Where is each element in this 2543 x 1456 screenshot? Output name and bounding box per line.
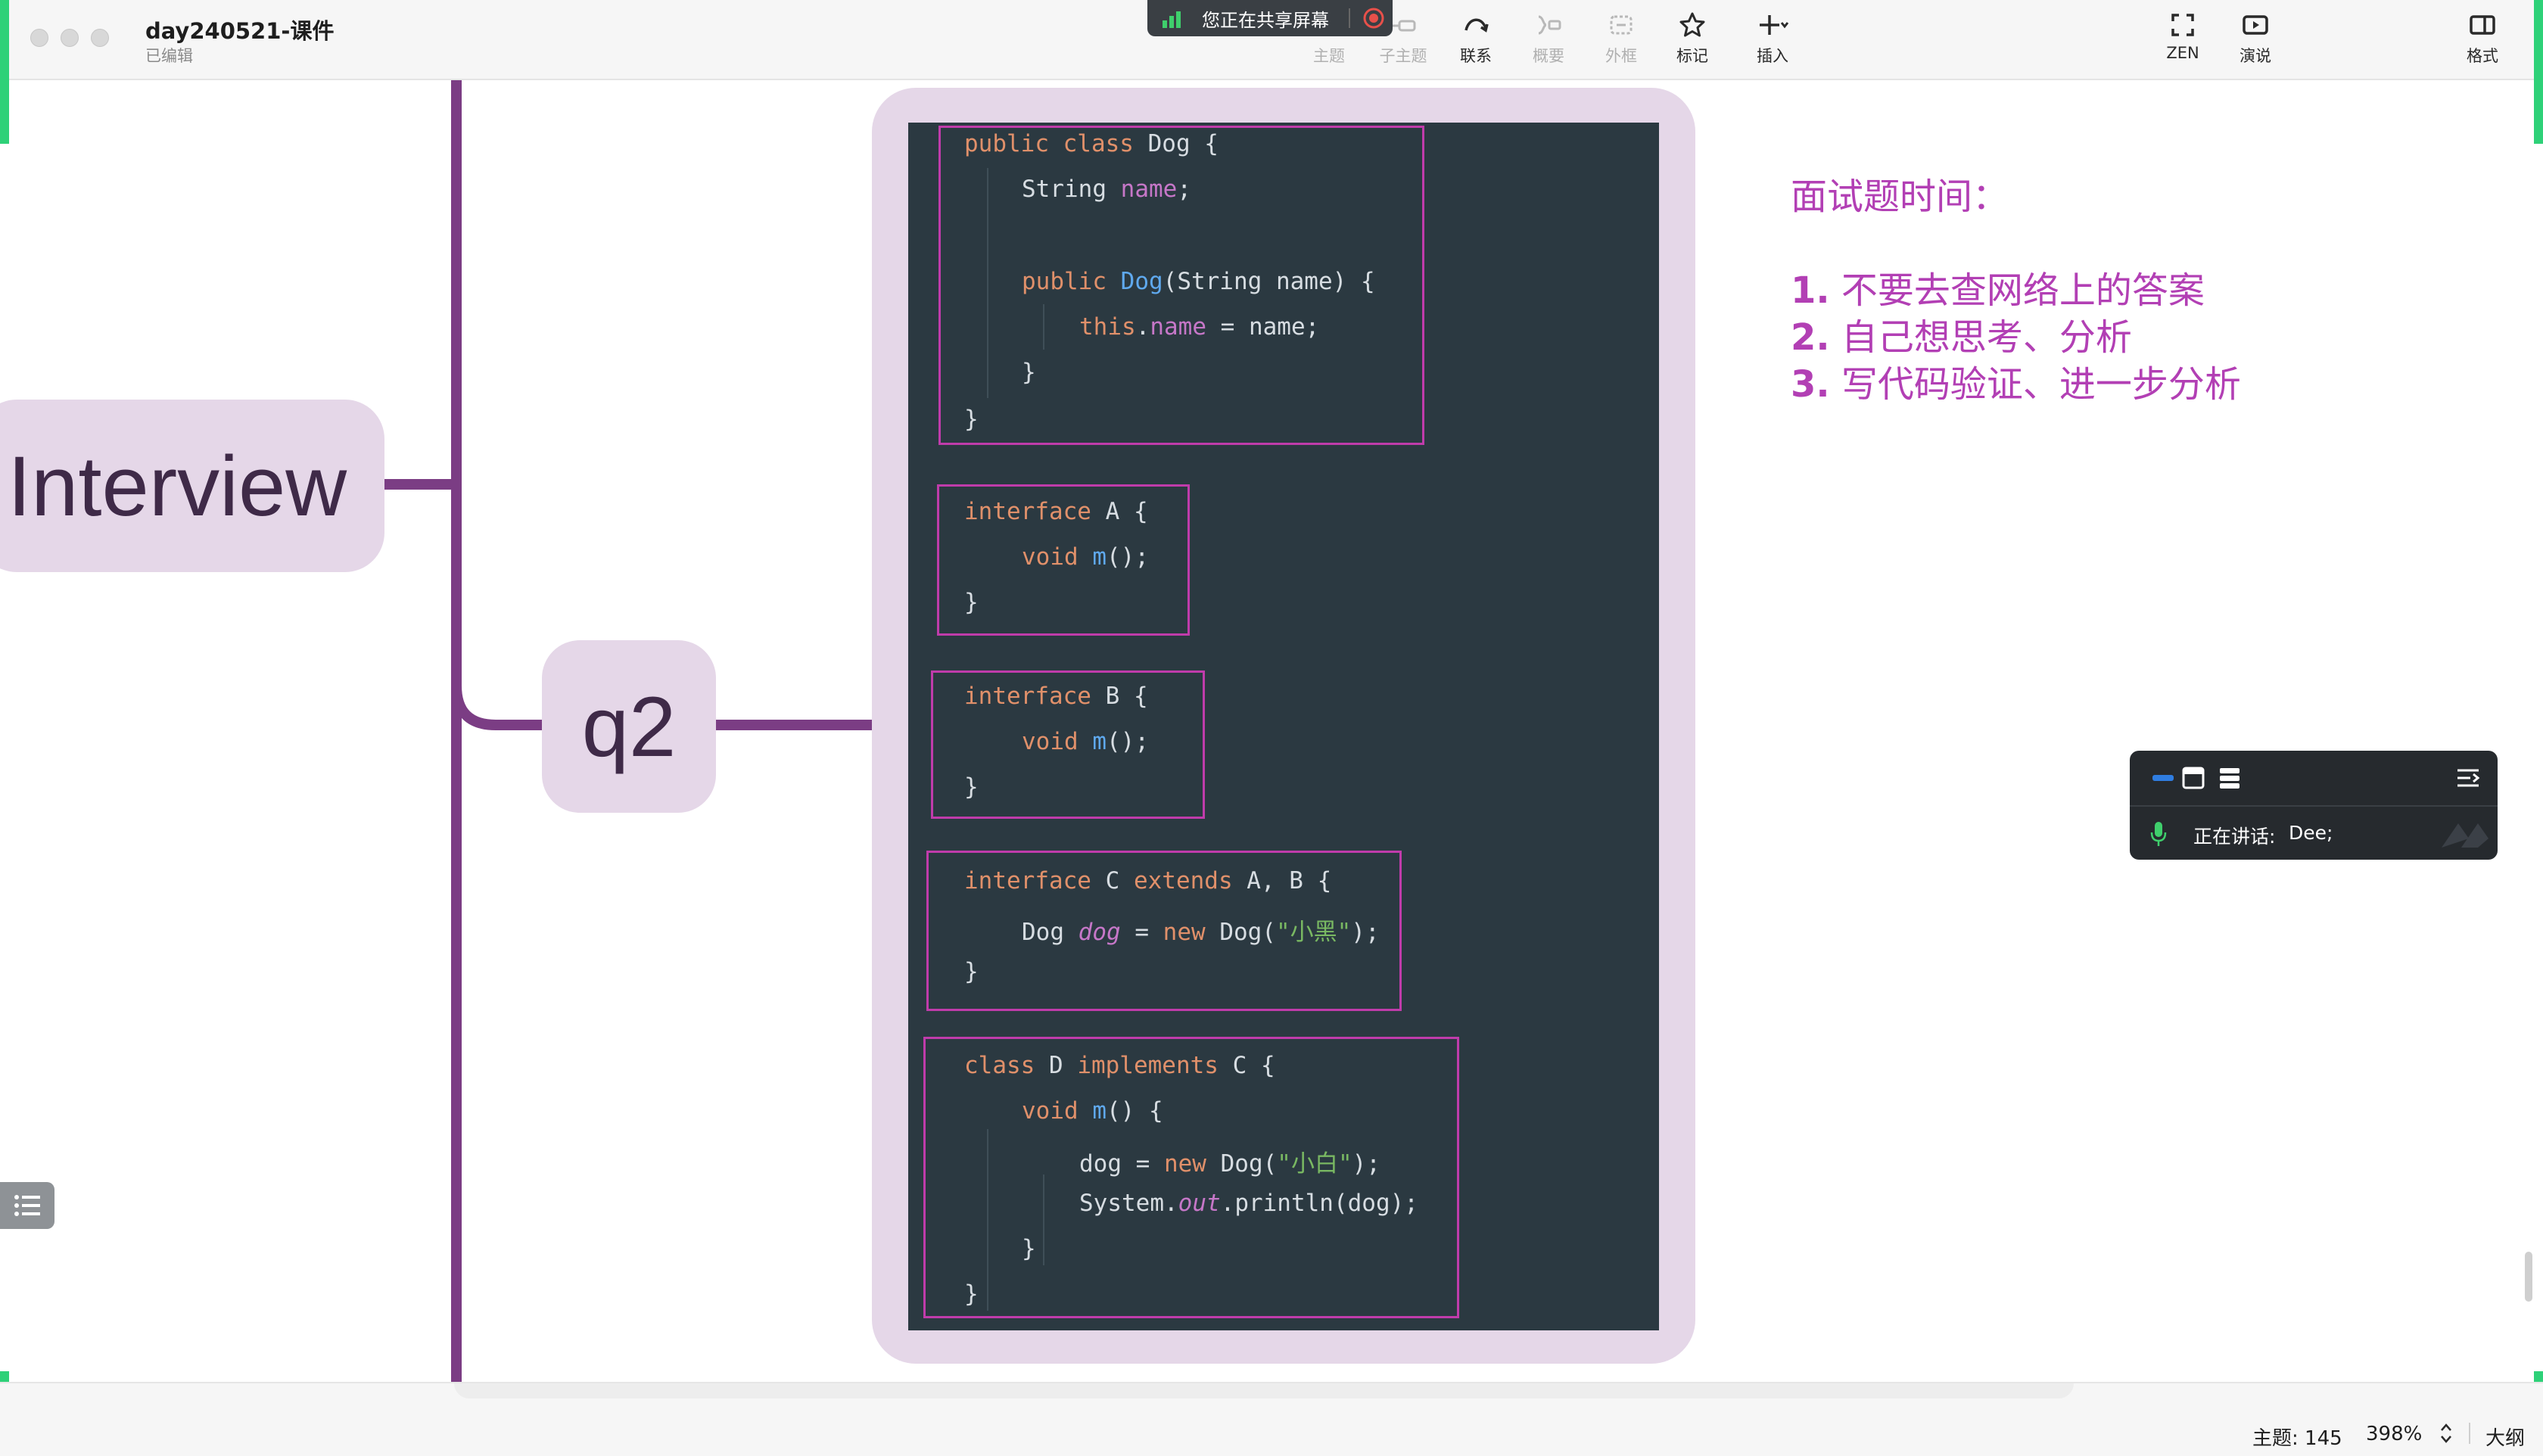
code-line: Dog dog = new Dog("小黑"); — [1022, 919, 1380, 946]
toolbar-present-label: 演说 — [2240, 47, 2271, 65]
code-line: this.name = name; — [1079, 313, 1320, 341]
document-title: day240521-课件 — [145, 18, 335, 44]
expand-panel-icon[interactable] — [2455, 766, 2481, 790]
toolbar-format-label: 格式 — [2467, 47, 2498, 65]
mindmap-canvas[interactable]: Interview q2 public class Dog { String n… — [0, 80, 2528, 1382]
code-line: public class Dog { — [964, 130, 1219, 157]
code-line: } — [1022, 1235, 1036, 1262]
toolbar-summary-label: 概要 — [1533, 47, 1564, 65]
list-mode-icon[interactable] — [2218, 766, 2242, 790]
vertical-scrollbar[interactable] — [2525, 1252, 2532, 1302]
format-panel-icon — [2470, 15, 2495, 35]
minimize-panel-icon[interactable] — [2152, 775, 2174, 781]
note-item-text: 自己想思考、分析 — [1841, 316, 2132, 359]
code-line: interface B { — [964, 683, 1148, 710]
status-divider — [2469, 1423, 2470, 1444]
zoom-window-button[interactable] — [91, 29, 109, 47]
code-line: } — [964, 589, 979, 616]
note-item-number: 2. — [1791, 316, 1830, 359]
root-topic-label: Interview — [8, 438, 347, 534]
subtopic-icon — [1392, 20, 1416, 32]
relationship-icon — [1464, 18, 1489, 33]
toolbar-zen-label: ZEN — [2166, 44, 2199, 62]
window-mode-icon[interactable] — [2181, 766, 2205, 790]
note-item-number: 3. — [1791, 363, 1830, 406]
note-item-2: 2. 自己想思考、分析 — [1791, 307, 2132, 360]
share-border-left-top — [0, 0, 9, 144]
microphone-icon — [2150, 822, 2167, 846]
code-line: dog = new Dog("小白"); — [1079, 1150, 1380, 1178]
screen-share-banner[interactable]: 您正在共享屏幕 — [1147, 0, 1393, 36]
toolbar-boundary-label: 外框 — [1605, 47, 1637, 65]
outline-button[interactable]: 大纲 — [2485, 1423, 2525, 1451]
code-line: interface C extends A, B { — [964, 867, 1332, 894]
toolbar-present-button[interactable]: 演说 — [2234, 11, 2277, 71]
topic-q2[interactable]: q2 — [542, 640, 716, 813]
topic-q2-label: q2 — [581, 679, 677, 774]
note-item-3: 3. 写代码验证、进一步分析 — [1791, 354, 2241, 407]
toolbar-marker-button[interactable]: 标记 — [1671, 11, 1713, 71]
outline-toggle-button[interactable] — [0, 1182, 54, 1229]
star-icon — [1679, 12, 1705, 37]
code-line: void m(); — [1022, 728, 1149, 755]
code-line: void m(); — [1022, 543, 1149, 571]
topic-count: 主题: 145 — [2252, 1427, 2342, 1450]
document-status: 已编辑 — [145, 47, 193, 65]
code-line: public Dog(String name) { — [1022, 268, 1375, 295]
app-logo-icon — [2442, 823, 2489, 848]
code-line: } — [1022, 359, 1036, 386]
code-screenshot: public class Dog { String name; public D… — [908, 123, 1659, 1330]
toolbar-format-button[interactable]: 格式 — [2461, 11, 2504, 71]
speaker-name: Dee; — [2289, 822, 2333, 844]
code-line: void m() { — [1022, 1097, 1163, 1125]
stop-sharing-icon[interactable] — [1362, 7, 1385, 30]
banner-divider — [1349, 8, 1350, 28]
note-item-text: 写代码验证、进一步分析 — [1841, 363, 2241, 406]
toolbar-topic-label: 主题 — [1313, 47, 1345, 65]
toolbar-subtopic-label: 子主题 — [1379, 47, 1427, 65]
signal-bars-icon — [1163, 11, 1181, 28]
code-line: interface A { — [964, 498, 1148, 525]
plus-icon — [1760, 15, 1789, 35]
screen-share-text: 您正在共享屏幕 — [1202, 9, 1329, 31]
canvas-shadow — [454, 1383, 2074, 1398]
zoom-stepper-icon[interactable] — [2439, 1421, 2454, 1445]
code-line: } — [964, 406, 979, 433]
note-item-number: 1. — [1791, 269, 1830, 312]
meeting-floating-panel[interactable]: 正在讲话: Dee; — [2130, 751, 2498, 860]
present-icon — [2243, 15, 2268, 35]
panel-divider — [2130, 805, 2498, 807]
close-window-button[interactable] — [30, 29, 48, 47]
list-icon — [14, 1195, 40, 1216]
toolbar-boundary-button[interactable]: 外框 — [1600, 11, 1642, 71]
toolbar-marker-label: 标记 — [1676, 47, 1708, 65]
status-bar: 主题: 145 398% 大纲 — [0, 1382, 2543, 1456]
boundary-icon — [1610, 15, 1633, 35]
code-line: } — [964, 1280, 979, 1308]
minimize-window-button[interactable] — [61, 29, 79, 47]
summary-icon — [1538, 15, 1561, 35]
toolbar-insert-button[interactable]: 插入 — [1745, 11, 1800, 71]
note-item-text: 不要去查网络上的答案 — [1841, 269, 2205, 312]
code-line: String name; — [1022, 176, 1191, 203]
toolbar-insert-label: 插入 — [1757, 47, 1788, 65]
toolbar-relationship-button[interactable]: 联系 — [1455, 11, 1497, 71]
toolbar-relationship-label: 联系 — [1460, 47, 1492, 65]
fullscreen-icon — [2171, 14, 2194, 36]
zoom-level[interactable]: 398% — [2366, 1423, 2422, 1445]
code-line: } — [964, 773, 979, 801]
code-line: } — [964, 958, 979, 985]
toolbar-summary-button[interactable]: 概要 — [1527, 11, 1570, 71]
code-line: class D implements C { — [964, 1052, 1275, 1079]
toolbar-zen-button[interactable]: ZEN — [2162, 11, 2204, 71]
root-topic-interview[interactable]: Interview — [0, 400, 384, 572]
share-border-right-top — [2534, 0, 2543, 144]
speaking-label: 正在讲话: — [2193, 826, 2276, 848]
note-title: 面试题时间： — [1791, 176, 2009, 218]
note-item-1: 1. 不要去查网络上的答案 — [1791, 260, 2205, 313]
code-line: System.out.println(dog); — [1079, 1190, 1418, 1217]
